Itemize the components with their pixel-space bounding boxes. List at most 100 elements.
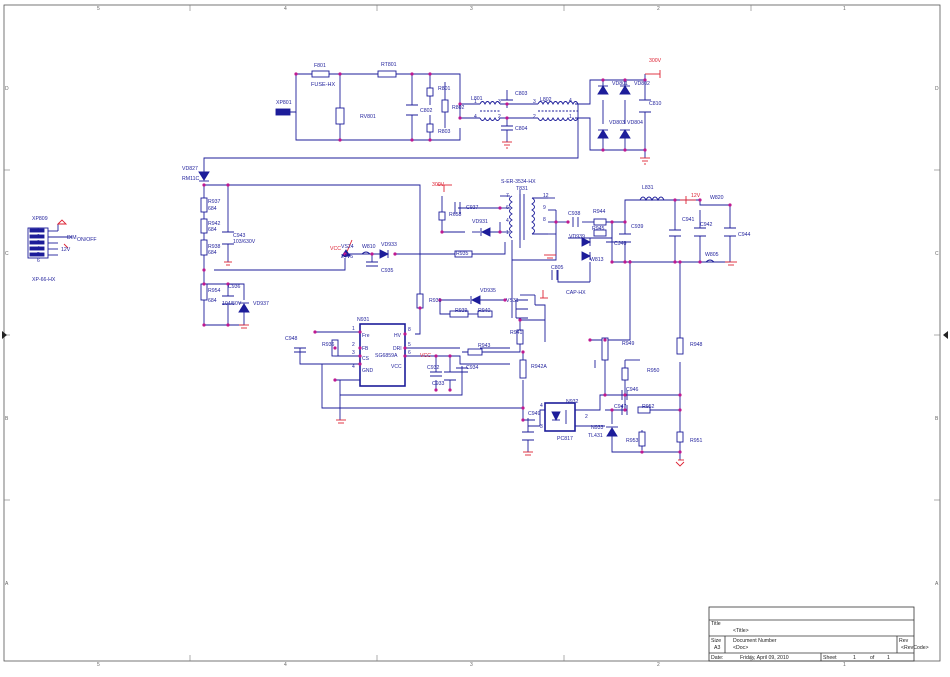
- label-r931: R931: [429, 298, 442, 304]
- label-c940: C940: [614, 241, 627, 247]
- ground-symbols: [56, 70, 737, 467]
- size-value: A3: [714, 645, 720, 651]
- label-onoff: ON/OFF: [77, 237, 97, 243]
- label-c946: C946: [626, 387, 639, 393]
- svg-text:4: 4: [352, 364, 355, 370]
- diode-vd801-icon: [597, 85, 609, 95]
- label-r941: R941: [510, 330, 523, 336]
- resistor-r953: [638, 431, 646, 447]
- diode-vd935-icon: [470, 295, 481, 305]
- capacitor-c933: [444, 371, 456, 381]
- title-value: <Title>: [733, 628, 749, 634]
- zone-col-label: 5: [97, 662, 100, 668]
- label-r936: R936: [322, 342, 335, 348]
- resistor-r802: [441, 99, 449, 113]
- resistor-r942: [200, 218, 208, 234]
- label-t831-part: S-ER-3534-HX: [501, 179, 536, 185]
- label-l831: L831: [642, 185, 654, 191]
- pin-name: CS: [362, 356, 370, 362]
- label-c943-value: 103/630V: [233, 239, 256, 245]
- label-c938: C938: [568, 211, 581, 217]
- label-vs24: VS24: [341, 244, 354, 250]
- svg-text:7: 7: [506, 193, 509, 199]
- label-r952: R952: [642, 404, 655, 410]
- label-c805: C805: [551, 265, 564, 271]
- diode-vd931-icon: [480, 227, 491, 237]
- label-w813: W813: [590, 257, 604, 263]
- label-r948: R948: [690, 342, 703, 348]
- zone-col-label: 5: [97, 6, 100, 12]
- label-r658: R658: [449, 212, 462, 218]
- label-r950: R950: [647, 368, 660, 374]
- label-r944: R944: [593, 209, 606, 215]
- zone-row-label: B: [935, 416, 939, 422]
- choke-l802: [537, 116, 579, 121]
- label-684: 684: [208, 298, 217, 304]
- svg-text:3: 3: [533, 99, 536, 105]
- label-r939: R939: [455, 308, 468, 314]
- net-12v: 12V: [691, 193, 701, 199]
- fuse-f801: [311, 70, 330, 78]
- label-n932: N932: [566, 399, 579, 405]
- resistor-r942a: [519, 359, 527, 379]
- title-block: [708, 606, 915, 662]
- junction-dots: [202, 72, 732, 454]
- label-xp809: XP809: [32, 216, 48, 222]
- label-f801: F801: [314, 63, 326, 69]
- label-c932: C932: [427, 365, 440, 371]
- label-t831: T831: [516, 186, 528, 192]
- zone-col-label: 3: [470, 6, 473, 12]
- label-vd803: VD803: [609, 120, 625, 126]
- label-w805: W805: [705, 252, 719, 258]
- label-r803: R803: [438, 129, 451, 135]
- label-r945: R945: [592, 226, 605, 232]
- capacitor-c935: [366, 261, 378, 267]
- svg-text:6: 6: [506, 205, 509, 211]
- label-xp801: XP801: [276, 100, 292, 106]
- label-c936-value: 104/50V: [222, 301, 242, 307]
- zone-col-label: 1: [843, 6, 846, 12]
- label-rm11c: RM11C: [182, 176, 199, 182]
- label-r943: R943: [478, 343, 491, 349]
- label-c937: C937: [466, 205, 479, 211]
- label-c941: C941: [682, 217, 695, 223]
- zone-col-label: 3: [470, 662, 473, 668]
- label-rt801: RT801: [381, 62, 397, 68]
- label-dim: DIM: [67, 235, 77, 241]
- label-vd931: VD931: [472, 219, 488, 225]
- zone-row-label: A: [5, 581, 9, 587]
- date-label: Date:: [711, 655, 723, 661]
- diode-vd933-icon: [379, 249, 390, 259]
- label-r801: R801: [438, 86, 451, 92]
- label-r935: R935: [456, 251, 469, 257]
- of-label: of: [870, 655, 875, 661]
- resistor-r931: [416, 293, 424, 309]
- svg-text:9: 9: [543, 205, 546, 211]
- zone-col-label: 2: [657, 662, 660, 668]
- pin-name: Fre: [362, 333, 370, 339]
- capacitor-c932: [430, 371, 442, 377]
- svg-text:2: 2: [352, 342, 355, 348]
- label-c804: C804: [515, 126, 528, 132]
- schematic-canvas: 5 4 3 2 1 5 4 3 2 1 D C B A D C B A 1234…: [2, 4, 948, 668]
- of-value: 1: [887, 655, 890, 661]
- resistor-r950: [621, 367, 629, 381]
- label-r954: R954: [208, 288, 221, 294]
- resistor-r803: [426, 123, 434, 133]
- zone-row-label: D: [5, 86, 9, 92]
- pin-name: DRI: [393, 346, 402, 352]
- svg-text:2: 2: [533, 114, 536, 120]
- zone-ticks: [4, 5, 940, 661]
- label-w810: W810: [362, 244, 376, 250]
- label-c933: C933: [432, 381, 445, 387]
- label-rv801: RV801: [360, 114, 376, 120]
- label-vd935: VD935: [480, 288, 496, 294]
- zone-row-label: A: [935, 581, 939, 587]
- choke-l801: [479, 101, 501, 106]
- capacitor-c802: [406, 104, 418, 116]
- label-l802: L802: [540, 97, 552, 103]
- svg-text:4: 4: [540, 403, 543, 409]
- label-vs31: VS31: [506, 298, 519, 304]
- label-684: 684: [208, 250, 217, 256]
- resistor-r943: [467, 348, 483, 356]
